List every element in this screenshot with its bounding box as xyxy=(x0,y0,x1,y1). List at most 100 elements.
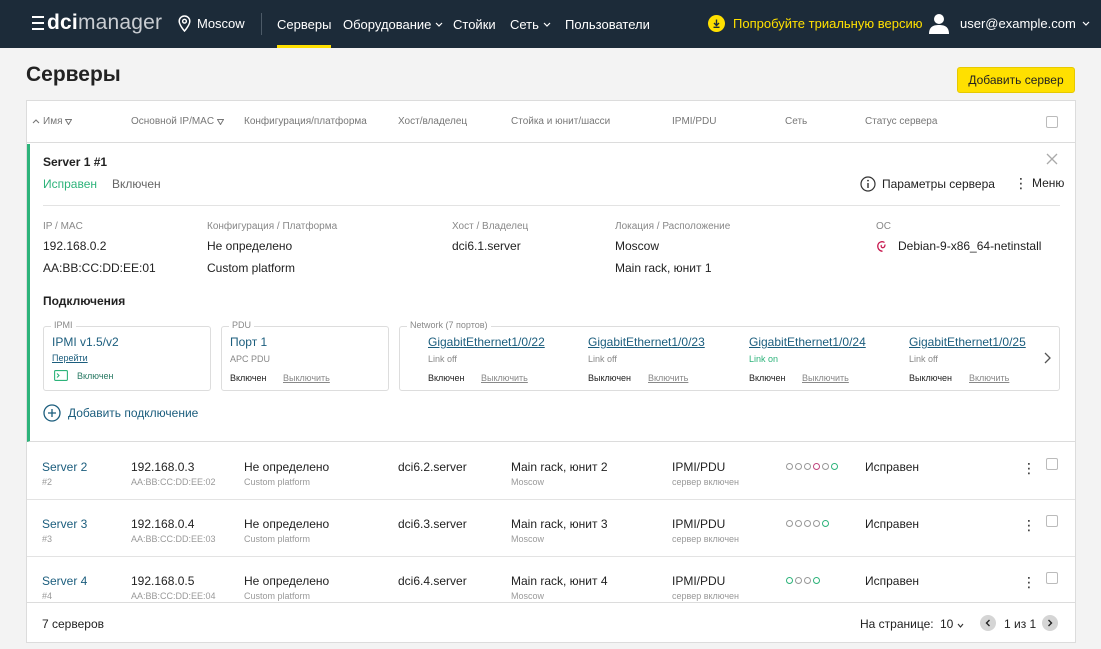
server-name-link[interactable]: Server 3 xyxy=(42,517,87,531)
ipmi-connection-card: IPMI IPMI v1.5/v2 Перейти Включен xyxy=(43,320,211,391)
network-port-link[interactable]: GigabitEthernet1/0/24 xyxy=(749,335,866,349)
per-page-select[interactable]: 10 xyxy=(940,617,964,631)
server-location: Moscow xyxy=(511,534,545,544)
row-kebab-icon[interactable]: ⋮ xyxy=(1022,460,1036,477)
config-value: Не определено xyxy=(207,239,293,253)
user-avatar-icon xyxy=(929,14,949,34)
server-ip: 192.168.0.3 xyxy=(131,460,195,474)
select-all-checkbox[interactable] xyxy=(1046,116,1058,128)
network-port-toggle[interactable]: Выключить xyxy=(481,373,528,383)
nav-item-label: Сеть xyxy=(510,16,539,32)
row-checkbox[interactable] xyxy=(1046,572,1058,584)
logo-icon xyxy=(32,16,44,30)
kebab-icon: ⋮ xyxy=(1014,175,1028,191)
pdu-port[interactable]: Порт 1 xyxy=(230,335,267,349)
servers-table: Имя Основной IP/MAC Конфигурация/платфор… xyxy=(26,100,1076,643)
server-host: dci6.4.server xyxy=(398,574,467,588)
server-host: dci6.3.server xyxy=(398,517,467,531)
ipmac-label: IP / MAC xyxy=(43,221,83,232)
add-connection-button[interactable]: Добавить подключение xyxy=(43,404,198,422)
column-header-ipmi: IPMI/PDU xyxy=(672,116,717,127)
server-mac: AA:BB:CC:DD:EE:02 xyxy=(131,477,216,487)
os-label: ОС xyxy=(876,221,891,232)
column-header-rack: Стойка и юнит/шасси xyxy=(511,116,611,127)
ipmi-legend: IPMI xyxy=(51,320,76,330)
column-header-ip[interactable]: Основной IP/MAC xyxy=(131,116,225,127)
server-menu-label: Меню xyxy=(1032,176,1065,190)
location-selector[interactable]: Moscow xyxy=(178,15,245,32)
ipmi-goto-link[interactable]: Перейти xyxy=(52,353,88,363)
prev-page-button[interactable] xyxy=(980,615,996,631)
server-number: #4 xyxy=(42,591,53,601)
nav-item-racks[interactable]: Стойки xyxy=(453,0,496,48)
ipmi-name-link[interactable]: IPMI v1.5/v2 xyxy=(52,335,119,349)
network-port-indicators xyxy=(786,577,820,584)
row-kebab-icon[interactable]: ⋮ xyxy=(1022,517,1036,534)
top-navbar: dcimanager Moscow Серверы Оборудование С… xyxy=(0,0,1101,48)
trial-label: Попробуйте триальную версию xyxy=(733,16,923,31)
user-menu[interactable]: user@example.com xyxy=(928,12,1090,34)
port-status-dot xyxy=(786,577,793,584)
pdu-state: Включен xyxy=(230,373,267,383)
network-port-link-state: Link off xyxy=(909,354,938,364)
column-header-label: Имя xyxy=(43,116,63,127)
port-status-dot xyxy=(813,520,820,527)
nav-item-label: Серверы xyxy=(277,16,332,32)
row-checkbox[interactable] xyxy=(1046,458,1058,470)
filter-icon[interactable] xyxy=(65,118,73,125)
chevron-right-icon[interactable] xyxy=(1044,352,1051,364)
pdu-connection-card: PDU Порт 1 APC PDU Включен Выключить xyxy=(221,320,389,391)
nav-divider xyxy=(261,13,262,35)
rack-value: Main rack, юнит 1 xyxy=(615,261,712,275)
host-label: Хост / Владелец xyxy=(452,221,529,232)
server-params-button[interactable]: Параметры сервера xyxy=(860,176,995,192)
nav-item-equipment[interactable]: Оборудование xyxy=(343,0,443,48)
network-port-link[interactable]: GigabitEthernet1/0/22 xyxy=(428,335,545,349)
nav-item-users[interactable]: Пользователи xyxy=(565,0,650,48)
table-row[interactable]: Server 3 #3 192.168.0.4 AA:BB:CC:DD:EE:0… xyxy=(27,500,1075,557)
nav-item-label: Оборудование xyxy=(343,16,432,32)
server-ip: 192.168.0.4 xyxy=(131,517,195,531)
close-icon[interactable] xyxy=(1046,153,1058,165)
server-platform: Custom platform xyxy=(244,534,311,544)
chevron-left-icon xyxy=(985,619,990,627)
server-status: Исправен xyxy=(865,574,920,588)
network-port-link[interactable]: GigabitEthernet1/0/25 xyxy=(909,335,1026,349)
server-number: #3 xyxy=(42,534,53,544)
location-value: Moscow xyxy=(615,239,660,253)
table-footer: 7 серверов На странице: 10 1 из 1 xyxy=(27,602,1075,642)
trial-link[interactable]: Попробуйте триальную версию xyxy=(708,15,922,32)
server-name-link[interactable]: Server 4 xyxy=(42,574,87,588)
network-port-toggle[interactable]: Включить xyxy=(969,373,1009,383)
port-status-dot xyxy=(813,463,820,470)
filter-icon[interactable] xyxy=(217,118,225,125)
pdu-toggle-link[interactable]: Выключить xyxy=(283,373,330,383)
network-port-toggle[interactable]: Включить xyxy=(648,373,688,383)
server-status: Исправен xyxy=(865,517,920,531)
location-pin-icon xyxy=(178,15,191,32)
nav-item-network[interactable]: Сеть xyxy=(510,0,551,48)
network-port-state: Выключен xyxy=(909,373,952,383)
add-server-button[interactable]: Добавить сервер xyxy=(957,67,1075,93)
add-connection-label: Добавить подключение xyxy=(68,406,199,420)
row-checkbox[interactable] xyxy=(1046,515,1058,527)
server-name-link[interactable]: Server 2 xyxy=(42,460,87,474)
row-kebab-icon[interactable]: ⋮ xyxy=(1022,574,1036,591)
network-port-state: Выключен xyxy=(588,373,631,383)
network-port-toggle[interactable]: Выключить xyxy=(802,373,849,383)
expanded-server-card: Server 1 #1 Исправен Включен Параметры с… xyxy=(27,144,1075,442)
next-page-button[interactable] xyxy=(1042,615,1058,631)
network-port-indicators xyxy=(786,463,838,470)
port-status-dot xyxy=(804,577,811,584)
nav-item-label: Пользователи xyxy=(565,16,650,32)
network-port-link-state: Link off xyxy=(588,354,617,364)
table-row[interactable]: Server 2 #2 192.168.0.3 AA:BB:CC:DD:EE:0… xyxy=(27,443,1075,500)
divider xyxy=(43,205,1060,206)
server-platform: Custom platform xyxy=(244,591,311,601)
network-port-link[interactable]: GigabitEthernet1/0/23 xyxy=(588,335,705,349)
column-header-name[interactable]: Имя xyxy=(32,116,73,127)
download-icon xyxy=(708,15,725,32)
server-menu-button[interactable]: ⋮ Меню xyxy=(1014,176,1064,190)
app-logo[interactable]: dcimanager xyxy=(32,11,162,35)
nav-item-servers[interactable]: Серверы xyxy=(277,0,332,48)
